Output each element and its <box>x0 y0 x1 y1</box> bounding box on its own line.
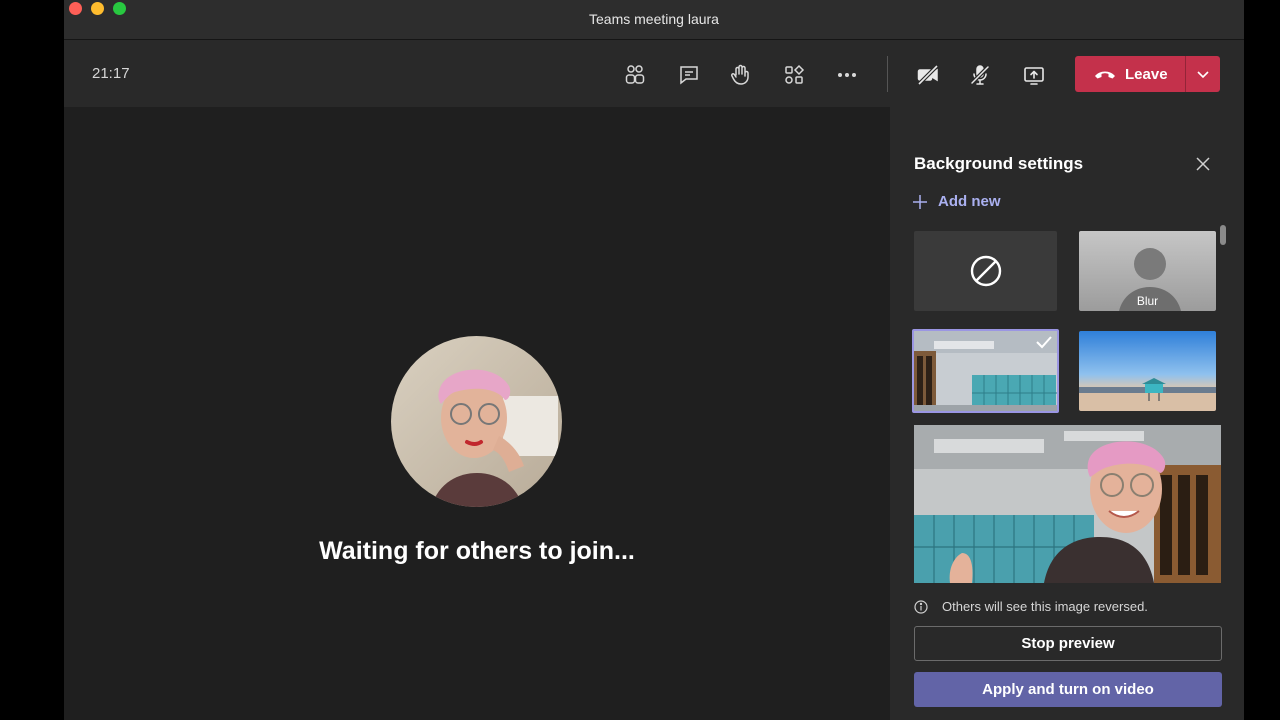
meeting-toolbar: 21:17 Leave <box>64 40 1244 107</box>
panel-scrollbar[interactable] <box>1220 225 1226 245</box>
mic-off-icon <box>970 65 990 85</box>
raise-hand-icon <box>731 64 749 85</box>
reversed-image-notice: Others will see this image reversed. <box>914 599 1148 614</box>
background-option-office[interactable] <box>912 329 1059 413</box>
teams-window: Teams meeting laura 21:17 Leave Waiting … <box>64 0 1244 720</box>
plus-icon <box>913 194 927 209</box>
no-background-icon <box>970 255 1001 287</box>
leave-label: Leave <box>1125 65 1168 83</box>
panel-title: Background settings <box>914 154 1084 173</box>
participants-icon <box>625 65 645 84</box>
close-icon <box>1196 157 1210 171</box>
breakout-rooms-icon <box>785 64 805 84</box>
participants-button[interactable] <box>618 58 652 92</box>
share-screen-icon <box>1024 67 1044 85</box>
selected-check-icon <box>1036 336 1052 349</box>
add-new-label: Add new <box>938 193 1001 210</box>
leave-button[interactable]: Leave <box>1075 56 1220 92</box>
more-options-icon <box>838 73 856 77</box>
mic-toggle-button[interactable] <box>963 58 997 92</box>
background-option-none[interactable] <box>914 231 1057 311</box>
background-option-blur[interactable]: Blur <box>1079 231 1216 311</box>
background-preview <box>914 425 1221 583</box>
camera-off-icon <box>917 64 939 86</box>
title-bar: Teams meeting laura <box>64 0 1244 40</box>
hang-up-icon <box>1095 71 1115 79</box>
leave-options-button[interactable] <box>1185 56 1220 92</box>
toolbar-divider <box>887 56 888 92</box>
share-screen-button[interactable] <box>1017 58 1051 92</box>
chat-button[interactable] <box>672 58 706 92</box>
chevron-down-icon <box>1197 71 1209 79</box>
camera-toggle-button[interactable] <box>911 58 945 92</box>
user-avatar <box>391 336 562 507</box>
meeting-timer: 21:17 <box>92 65 130 82</box>
preview-image <box>914 425 1221 583</box>
close-panel-button[interactable] <box>1190 151 1216 177</box>
leave-main-action[interactable]: Leave <box>1075 56 1185 92</box>
background-settings-panel: Background settings Add new Blur Others … <box>890 107 1244 720</box>
more-options-button[interactable] <box>830 58 864 92</box>
waiting-message: Waiting for others to join... <box>319 537 635 565</box>
apply-and-turn-on-video-button[interactable]: Apply and turn on video <box>914 672 1222 707</box>
stop-preview-button[interactable]: Stop preview <box>914 626 1222 661</box>
info-icon <box>914 599 928 614</box>
raise-hand-button[interactable] <box>724 58 758 92</box>
breakout-rooms-button[interactable] <box>777 58 811 92</box>
blur-label: Blur <box>1136 294 1159 308</box>
chat-icon <box>680 66 698 85</box>
window-title: Teams meeting laura <box>589 11 719 27</box>
beach-image <box>1079 331 1216 411</box>
meeting-stage: Waiting for others to join... <box>64 107 890 720</box>
info-text: Others will see this image reversed. <box>942 599 1148 614</box>
background-option-beach[interactable] <box>1079 331 1216 411</box>
add-new-background-button[interactable]: Add new <box>912 193 1001 210</box>
